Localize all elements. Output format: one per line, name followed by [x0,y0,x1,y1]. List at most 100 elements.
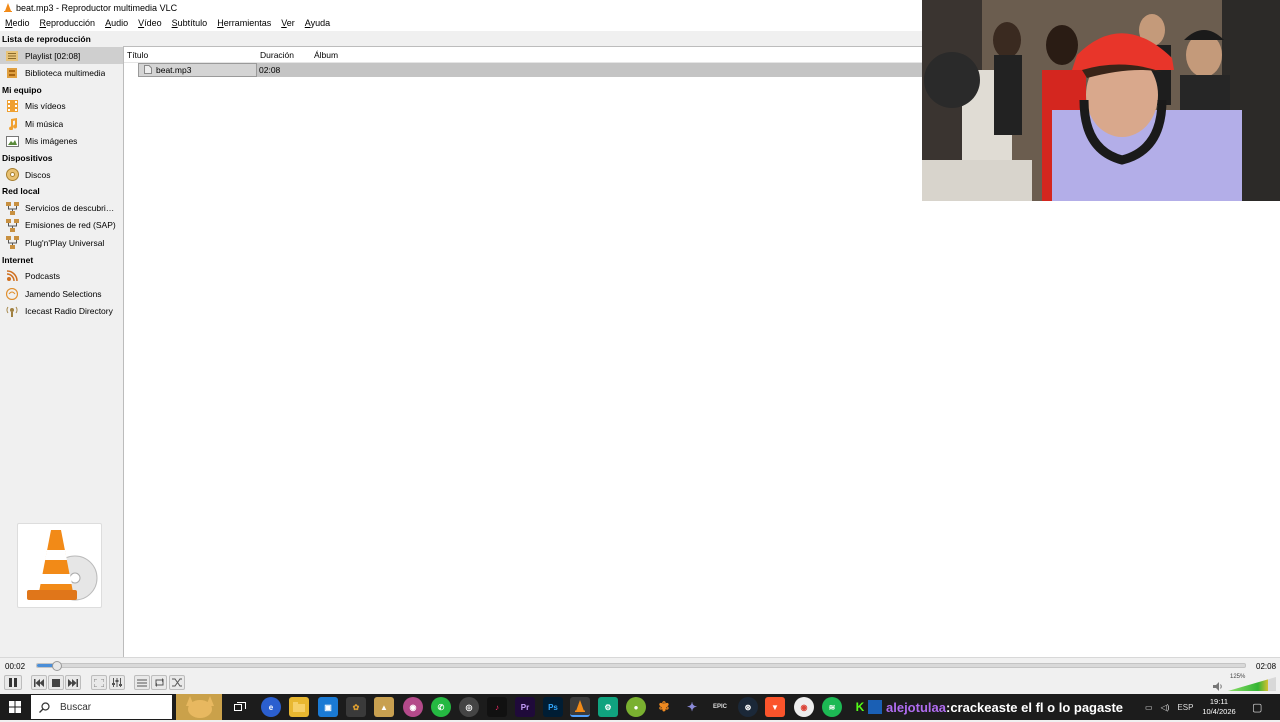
notifications-icon[interactable]: ▢ [1252,701,1262,714]
taskbar-app-epic[interactable]: EPIC [710,697,730,717]
taskbar-app-fl[interactable]: ✾ [654,697,674,717]
previous-button[interactable] [31,675,47,690]
next-button[interactable] [65,675,81,690]
taskbar-app-edge[interactable]: e [261,697,281,717]
seek-handle[interactable] [52,661,62,671]
playlist-row[interactable]: beat.mp3 02:08 [138,63,924,77]
taskbar-app-discord[interactable]: ✦ [682,697,702,717]
menu-video[interactable]: Vídeo [133,18,167,28]
sidebar-item-videos[interactable]: Mis vídeos [0,98,123,115]
app-icon: ● [633,702,639,712]
sidebar-item-icecast[interactable]: Icecast Radio Directory [0,302,123,319]
taskbar-app-obs[interactable]: ◎ [459,697,479,717]
disc-icon [5,168,19,182]
menu-ver[interactable]: Ver [276,18,300,28]
column-duration[interactable]: Duración [260,50,294,60]
sidebar-item-label: Plug'n'Play Universal [25,237,105,248]
library-icon [5,67,19,79]
taskbar-app-whatsapp[interactable]: ✆ [431,697,451,717]
gear-icon: ✿ [352,702,360,712]
search-highlight-image [176,694,222,720]
podcast-icon [5,270,19,282]
column-title[interactable]: Título [127,50,148,60]
store-icon: ▣ [324,702,332,712]
loop-button[interactable] [151,675,167,690]
taskbar-app-kick[interactable]: K [850,697,870,717]
sidebar-item-upnp[interactable]: Plug'n'Play Universal [0,234,123,251]
chatgpt-icon: ⚙ [604,702,612,712]
section-dispositivos: Dispositivos [2,152,53,163]
clock-time: 19:11 [1209,697,1229,706]
language-indicator[interactable]: ESP [1177,703,1193,712]
taskbar-app-spotify[interactable]: ≋ [822,697,842,717]
sidebar-item-podcasts[interactable]: Podcasts [0,268,123,285]
sidebar-item-discs[interactable]: Discos [0,166,123,183]
sidebar-item-playlist[interactable]: Playlist [02:08] [0,47,123,65]
fullscreen-button[interactable] [91,675,107,690]
volume-tray-icon[interactable]: ◁) [1161,703,1170,712]
taskbar-app-premiere[interactable]: Pr [515,697,535,717]
extended-settings-button[interactable] [109,675,125,690]
premiere-icon: Pr [520,702,530,712]
network-tray-icon[interactable]: ▭ [1145,703,1153,712]
menu-audio[interactable]: Audio [100,18,133,28]
system-tray: ▭ ◁) ESP [1145,694,1193,720]
playlist-toggle-button[interactable] [134,675,150,690]
taskbar-app-mail[interactable]: ✿ [346,697,366,717]
row-title: beat.mp3 [156,65,192,75]
taskbar-app-brave[interactable]: ▼ [765,697,785,717]
seek-bar[interactable] [36,661,1246,671]
shuffle-button[interactable] [169,675,185,690]
chat-message: crackeaste el fl o lo pagaste [950,699,1124,715]
sidebar-item-jamendo[interactable]: Jamendo Selections [0,285,123,302]
menu-herramientas[interactable]: Herramientas [212,18,276,28]
sidebar-item-sap[interactable]: Emisiones de red (SAP) [0,217,123,234]
pause-button[interactable] [4,675,22,690]
taskbar: Buscar e ▣ ✿ ▲ ◉ ✆ ◎ ♪ Pr Ps ⚙ ● ✾ ✦ EPI… [0,694,1280,720]
taskbar-app-photoshop[interactable]: Ps [543,697,563,717]
start-button[interactable] [0,694,30,720]
menu-subtitulo[interactable]: Subtítulo [167,18,213,28]
webcam-overlay [922,0,1280,201]
sidebar-item-discovery[interactable]: Servicios de descubrimie... [0,199,123,216]
sidebar-item-library[interactable]: Biblioteca multimedia [0,64,123,81]
menu-medio[interactable]: Medio [0,18,35,28]
folder-icon [293,702,305,712]
taskbar-clock[interactable]: 19:11 10/4/2026 [1200,697,1238,717]
stop-button[interactable] [48,675,64,690]
row-duration: 02:08 [259,65,281,75]
sidebar-item-label: Servicios de descubrimie... [25,203,120,214]
taskbar-app-explorer[interactable] [289,697,309,717]
column-album[interactable]: Álbum [314,50,338,60]
menu-ayuda[interactable]: Ayuda [300,18,335,28]
epic-icon: EPIC [712,704,727,710]
taskbar-app-vlc[interactable] [570,697,590,717]
taskbar-app-tiktok[interactable]: ♪ [487,697,507,717]
menu-reproduccion[interactable]: Reproducción [35,18,101,28]
sidebar-item-images[interactable]: Mis imágenes [0,133,123,150]
taskbar-app-green[interactable]: ● [626,697,646,717]
taskbar-app-chrome[interactable]: ◉ [794,697,814,717]
sidebar: Lista de reproducción Playlist [02:08] B… [0,31,123,657]
task-view-button[interactable] [230,697,250,717]
taskbar-app-steam[interactable]: ⊛ [738,697,758,717]
vlc-logo-icon [4,3,12,12]
taskbar-app-chrome-profile[interactable]: ◉ [403,697,423,717]
volume-slider[interactable] [1228,677,1276,691]
images-icon [5,135,19,147]
videos-icon [5,100,19,113]
kick-icon: K [855,700,865,714]
elapsed-time[interactable]: 00:02 [5,662,25,671]
taskbar-app-store[interactable]: ▣ [318,697,338,717]
sidebar-item-label: Discos [25,169,51,180]
sidebar-item-music[interactable]: Mi música [0,115,123,132]
section-internet: Internet [2,254,34,265]
whatsapp-icon: ✆ [437,702,445,712]
taskbar-app-chatgpt[interactable]: ⚙ [598,697,618,717]
equalizer-icon [112,678,122,687]
taskbar-app-photos[interactable]: ▲ [374,697,394,717]
album-art [17,523,102,608]
speaker-icon[interactable] [1213,682,1223,691]
sidebar-item-label: Playlist [02:08] [25,50,81,61]
taskbar-search[interactable]: Buscar [31,695,172,719]
